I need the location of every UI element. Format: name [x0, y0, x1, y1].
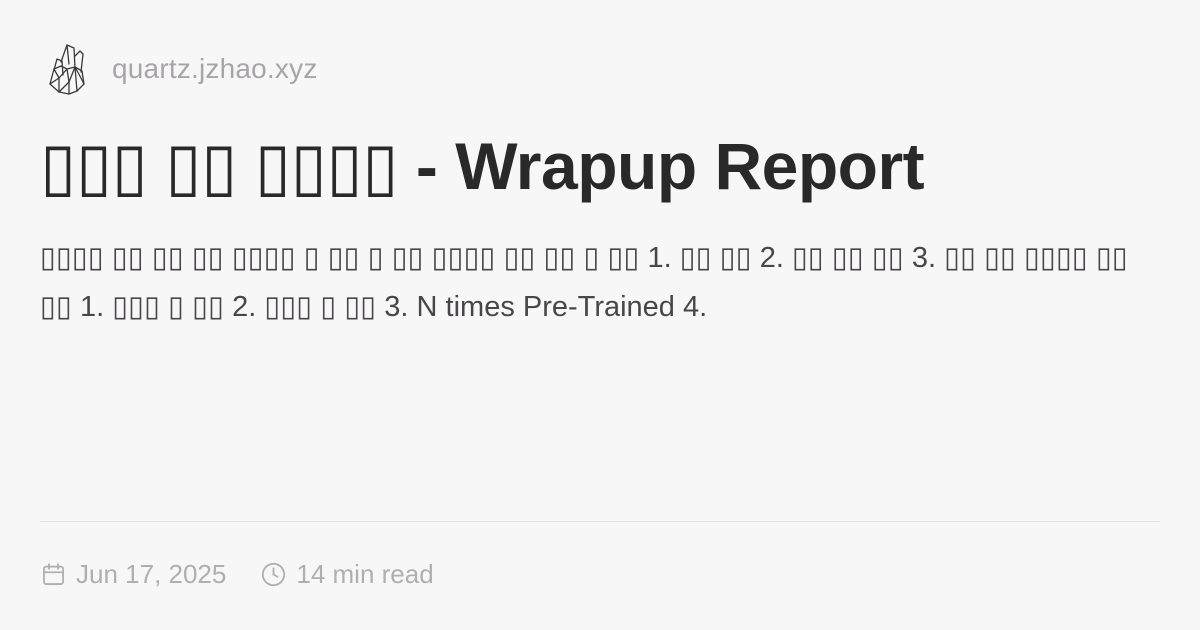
site-header: quartz.jzhao.xyz: [47, 42, 318, 96]
page-title: ▯▯▯ ▯▯ ▯▯▯▯ - Wrapup Report: [40, 129, 925, 203]
post-meta: Jun 17, 2025 14 min read: [40, 556, 434, 592]
clock-icon: [262, 562, 286, 586]
calendar-icon: [43, 562, 64, 585]
reading-time-text: 14 min read: [296, 558, 434, 589]
divider: [40, 521, 1160, 522]
publish-date: Jun 17, 2025: [40, 559, 226, 590]
site-name[interactable]: quartz.jzhao.xyz: [112, 53, 318, 85]
crystal-logo-icon: [49, 44, 85, 95]
reading-time: 14 min read: [260, 558, 434, 590]
page-description: ▯▯▯▯ ▯▯ ▯▯ ▯▯ ▯▯▯▯ ▯ ▯▯ ▯ ▯▯ ▯▯▯▯ ▯▯ ▯▯ …: [40, 242, 1128, 323]
publish-date-text: Jun 17, 2025: [76, 558, 227, 589]
